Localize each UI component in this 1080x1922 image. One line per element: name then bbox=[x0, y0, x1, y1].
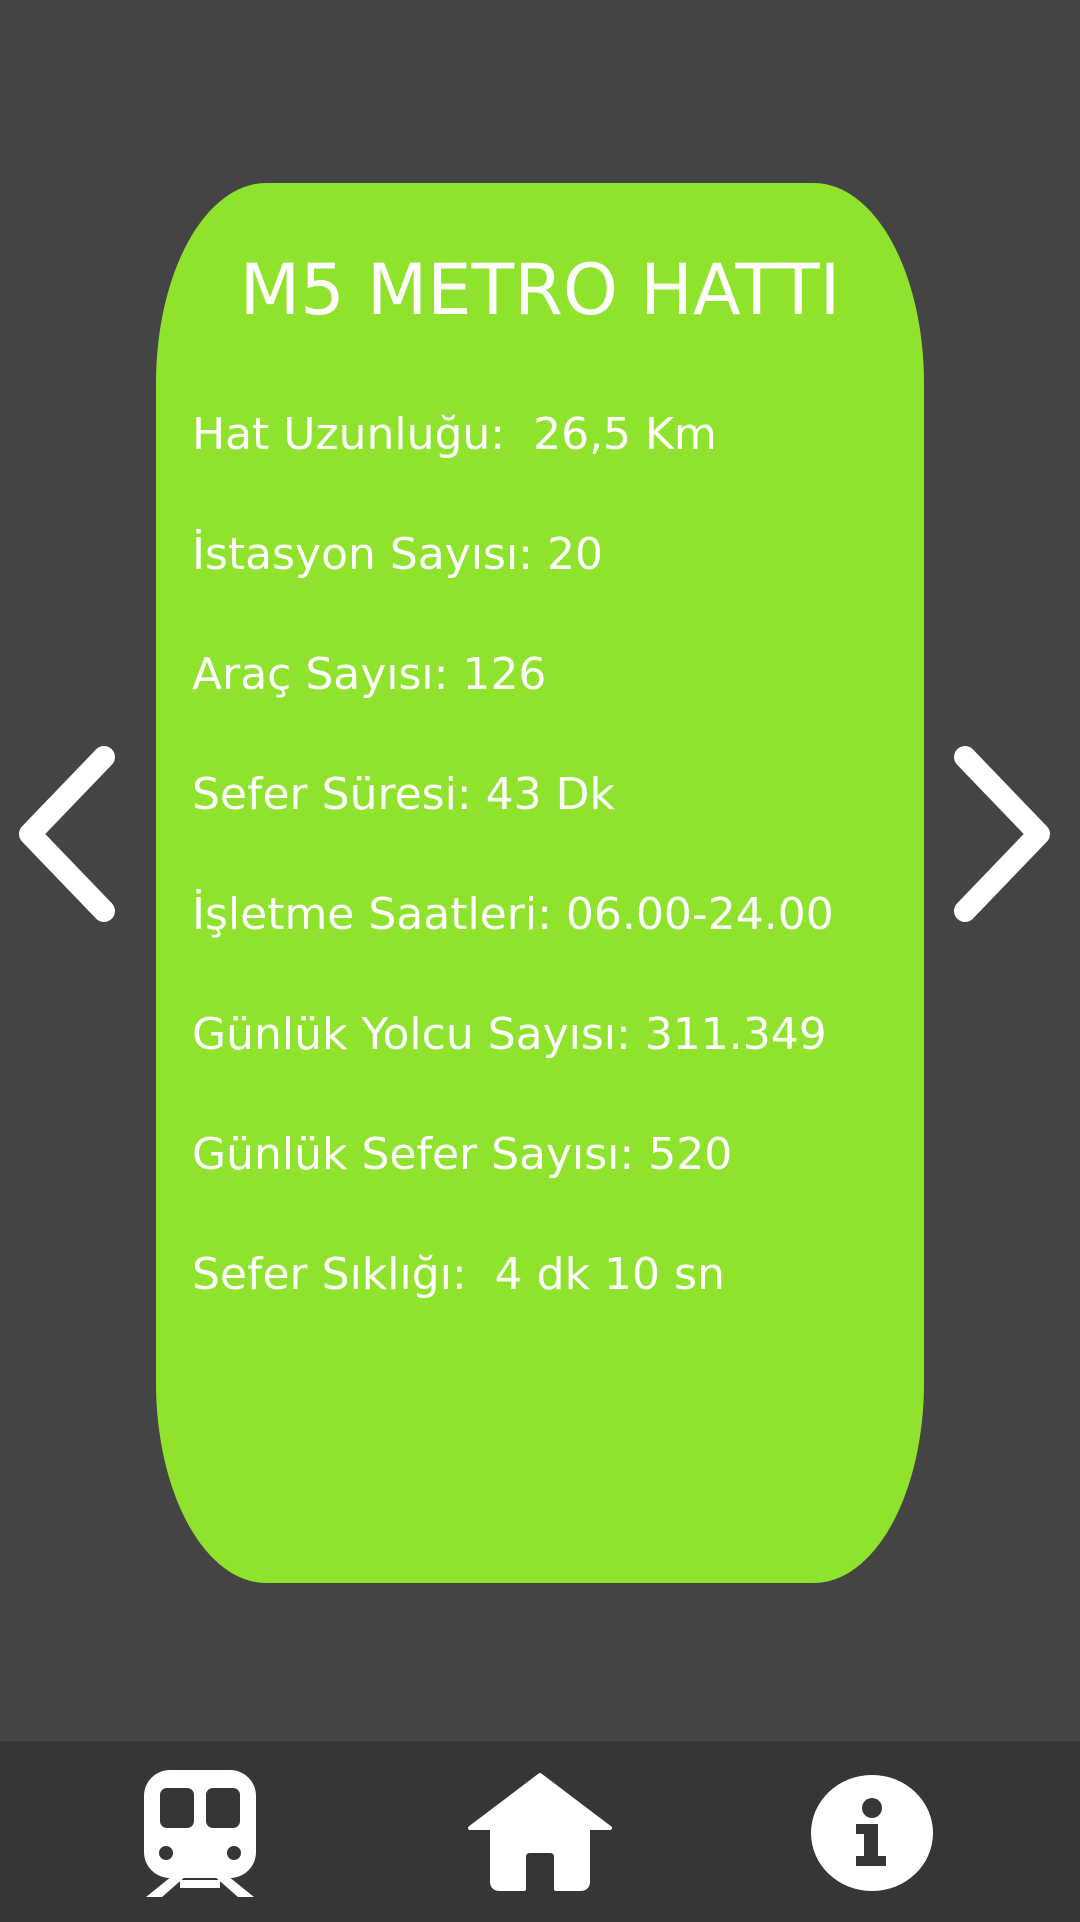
metro-lines-button[interactable] bbox=[140, 1768, 260, 1898]
home-icon bbox=[468, 1773, 612, 1891]
stat-operating-hours: İşletme Saatleri: 06.00-24.00 bbox=[192, 889, 834, 940]
stat-trip-duration: Sefer Süresi: 43 Dk bbox=[192, 769, 615, 820]
chevron-left-icon bbox=[19, 746, 115, 922]
stat-daily-passengers: Günlük Yolcu Sayısı: 311.349 bbox=[192, 1009, 827, 1060]
stat-vehicle-count: Araç Sayısı: 126 bbox=[192, 649, 547, 700]
stat-station-count: İstasyon Sayısı: 20 bbox=[192, 529, 603, 580]
next-button[interactable] bbox=[945, 735, 1055, 935]
info-button[interactable] bbox=[810, 1774, 934, 1892]
train-icon bbox=[144, 1770, 256, 1897]
bottom-navigation bbox=[0, 1739, 1080, 1922]
info-icon bbox=[811, 1775, 933, 1891]
previous-button[interactable] bbox=[18, 735, 128, 935]
home-button[interactable] bbox=[468, 1771, 612, 1891]
card-title: M5 METRO HATTI bbox=[239, 249, 841, 331]
line-info-card bbox=[156, 183, 924, 1583]
stat-trip-frequency: Sefer Sıklığı: 4 dk 10 sn bbox=[192, 1249, 725, 1300]
stat-line-length: Hat Uzunluğu: 26,5 Km bbox=[192, 409, 717, 460]
stat-daily-trips: Günlük Sefer Sayısı: 520 bbox=[192, 1129, 733, 1180]
chevron-right-icon bbox=[954, 746, 1050, 922]
